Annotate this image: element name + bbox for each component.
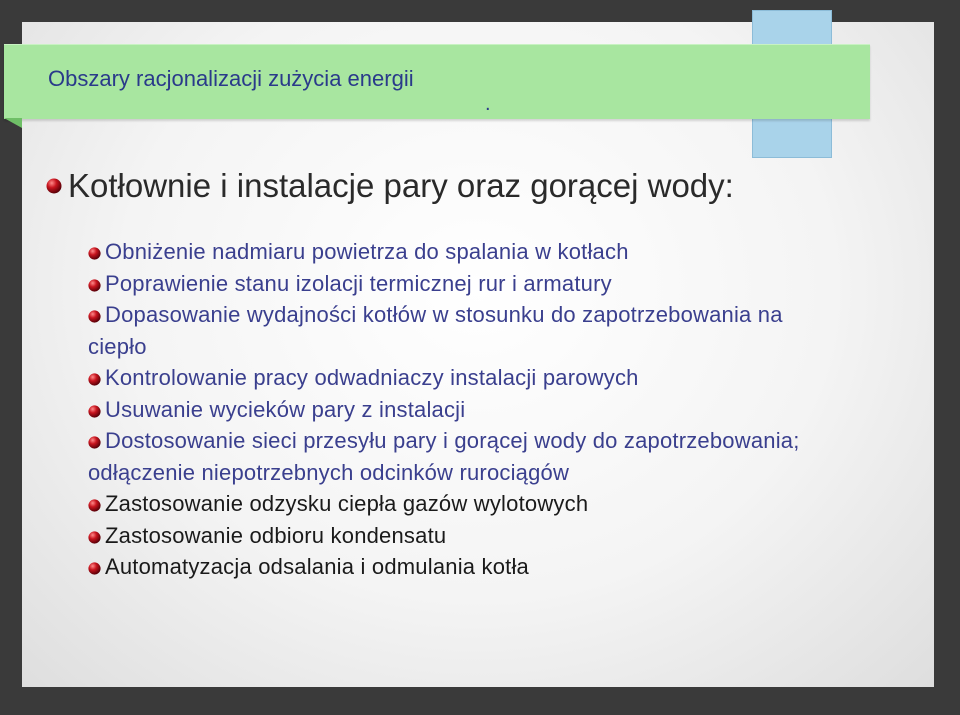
list-item: Obniżenie nadmiaru powietrza do spalania… xyxy=(88,236,828,268)
list-item-text: Kontrolowanie pracy odwadniaczy instalac… xyxy=(105,365,639,390)
list-item-text: Zastosowanie odzysku ciepła gazów wyloto… xyxy=(105,491,589,516)
list-item-text: Obniżenie nadmiaru powietrza do spalania… xyxy=(105,239,629,264)
list-item: Dostosowanie sieci przesyłu pary i gorąc… xyxy=(88,425,828,488)
bullet-list: Obniżenie nadmiaru powietrza do spalania… xyxy=(88,236,828,583)
list-item: Usuwanie wycieków pary z instalacji xyxy=(88,394,828,426)
list-item: Kontrolowanie pracy odwadniaczy instalac… xyxy=(88,362,828,394)
red-sphere-bullet-icon xyxy=(46,178,62,194)
banner-fold xyxy=(4,118,22,128)
list-item: Poprawienie stanu izolacji termicznej ru… xyxy=(88,268,828,300)
red-sphere-bullet-icon xyxy=(88,530,101,544)
heading-text: Kotłownie i instalacje pary oraz gorącej… xyxy=(68,167,734,204)
red-sphere-bullet-icon xyxy=(88,436,101,449)
red-sphere-bullet-icon xyxy=(88,404,101,418)
list-item: Zastosowanie odzysku ciepła gazów wyloto… xyxy=(88,488,828,520)
red-sphere-bullet-icon xyxy=(88,310,101,323)
list-item-text: Dostosowanie sieci przesyłu pary i gorąc… xyxy=(88,428,800,485)
banner-title: Obszary racjonalizacji zużycia energii xyxy=(48,66,414,91)
red-sphere-bullet-icon xyxy=(88,373,101,386)
list-item: Zastosowanie odbioru kondensatu xyxy=(88,520,828,552)
red-sphere-bullet-icon xyxy=(88,247,101,260)
list-item-text: Usuwanie wycieków pary z instalacji xyxy=(105,396,466,422)
red-sphere-bullet-icon xyxy=(88,499,101,512)
banner-dot: . xyxy=(485,93,491,115)
list-item-text: Dopasowanie wydajności kotłów w stosunku… xyxy=(88,302,783,359)
list-item: Automatyzacja odsalania i odmulania kotł… xyxy=(88,551,828,583)
list-item: Dopasowanie wydajności kotłów w stosunku… xyxy=(88,299,828,362)
list-item-text: Automatyzacja odsalania i odmulania kotł… xyxy=(105,554,529,579)
red-sphere-bullet-icon xyxy=(88,278,101,292)
list-item-text: Zastosowanie odbioru kondensatu xyxy=(105,522,447,548)
red-sphere-bullet-icon xyxy=(88,562,101,575)
section-heading: Kotłownie i instalacje pary oraz gorącej… xyxy=(46,166,734,206)
list-item-text: Poprawienie stanu izolacji termicznej ru… xyxy=(105,270,612,296)
